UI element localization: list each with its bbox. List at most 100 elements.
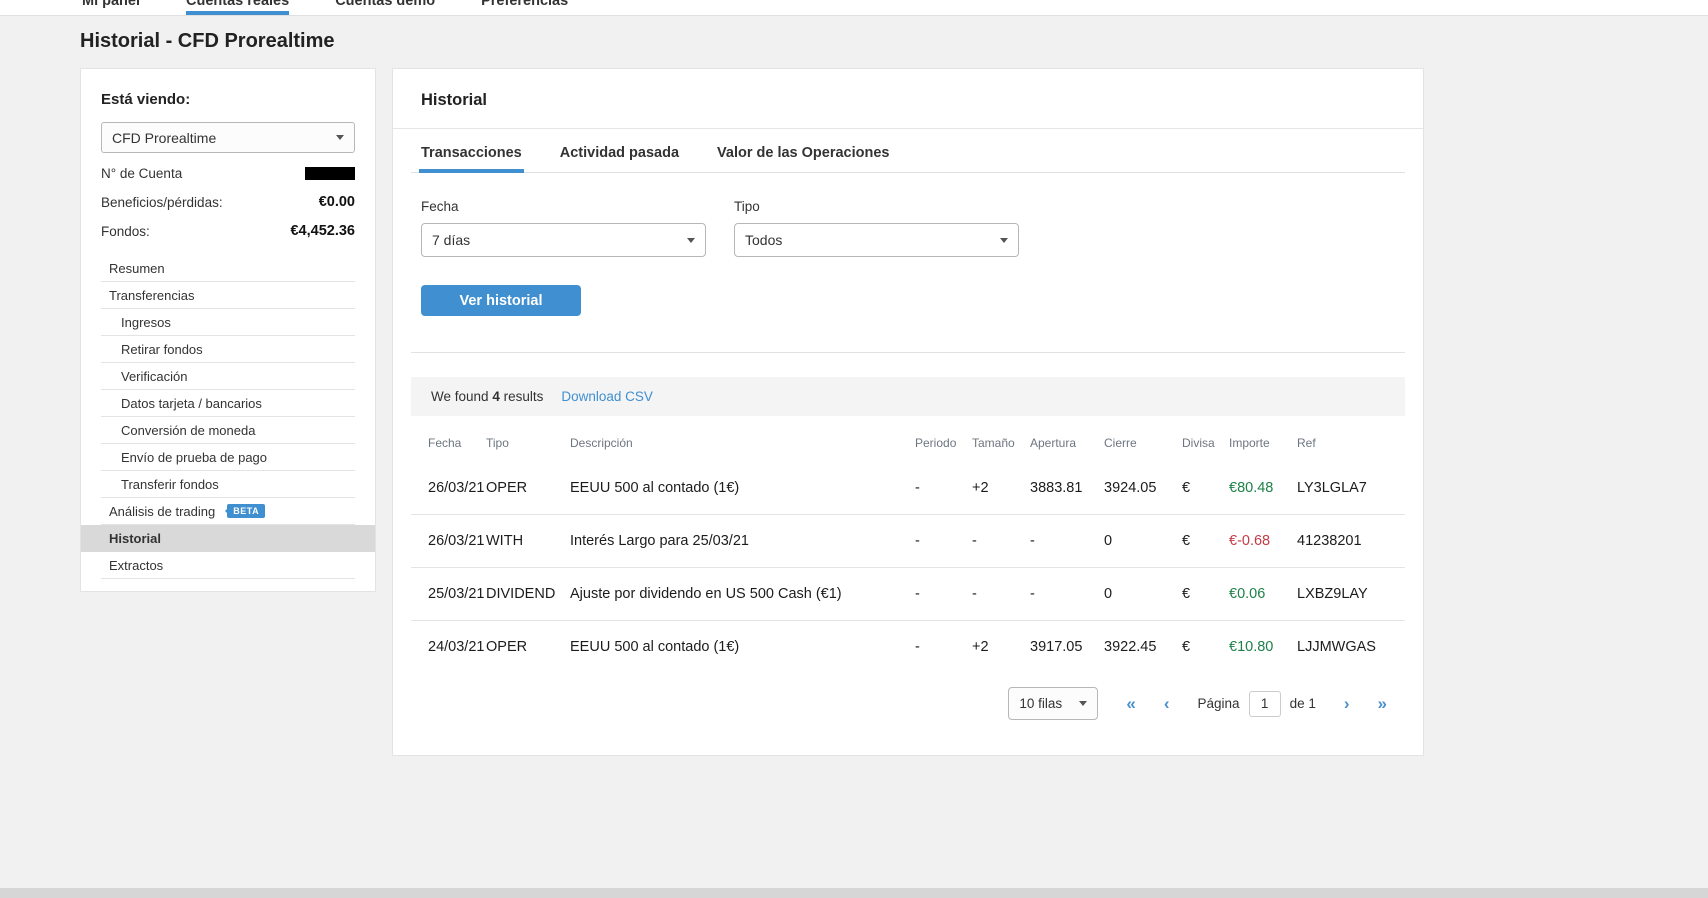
fecha-label: Fecha xyxy=(421,199,706,214)
cell-ref: 41238201 xyxy=(1297,533,1405,549)
results-prefix: We found xyxy=(431,389,489,404)
viewing-heading: Está viendo: xyxy=(101,91,355,108)
column-header-ref: Ref xyxy=(1297,436,1405,450)
page-number-input[interactable] xyxy=(1249,691,1281,717)
topnav-tab-label: Cuentas demo xyxy=(335,0,435,9)
bottom-strip xyxy=(0,888,1708,898)
column-header-importe: Importe xyxy=(1229,436,1297,450)
download-csv-link[interactable]: Download CSV xyxy=(561,389,653,404)
page-of-label: de 1 xyxy=(1290,696,1316,711)
cell-tipo: DIVIDEND xyxy=(486,586,570,602)
table-row: 24/03/21 OPER EEUU 500 al contado (1€) -… xyxy=(411,620,1405,673)
cell-periodo: - xyxy=(915,586,972,602)
tipo-label: Tipo xyxy=(734,199,1019,214)
history-panel: Historial Transacciones Actividad pasada… xyxy=(392,68,1424,756)
sidebar-item-label: Ingresos xyxy=(121,315,171,330)
fecha-select[interactable]: 7 días xyxy=(421,223,706,257)
sidebar-item-label: Conversión de moneda xyxy=(121,423,255,438)
ver-historial-button[interactable]: Ver historial xyxy=(421,285,581,316)
sidebar-menu: Resumen Transferencias Ingresos Retirar … xyxy=(101,255,355,579)
cell-ref: LY3LGLA7 xyxy=(1297,480,1405,496)
top-navigation: Mi panel Cuentas reales Cuentas demo Pre… xyxy=(0,0,1708,16)
first-page-button[interactable]: « xyxy=(1126,695,1135,712)
sidebar-item-label: Datos tarjeta / bancarios xyxy=(121,396,262,411)
last-page-button[interactable]: » xyxy=(1378,695,1387,712)
topnav-tab-preferencias[interactable]: Preferencias xyxy=(481,0,568,15)
tab-transacciones[interactable]: Transacciones xyxy=(421,145,522,172)
cell-fecha: 26/03/21 xyxy=(428,480,486,496)
sidebar-item-transferir-fondos[interactable]: Transferir fondos xyxy=(101,471,355,498)
table-row: 26/03/21 WITH Interés Largo para 25/03/2… xyxy=(411,514,1405,567)
chevron-down-icon xyxy=(1079,701,1087,706)
cell-importe: €80.48 xyxy=(1229,480,1297,496)
rows-per-page-value: 10 filas xyxy=(1019,696,1062,711)
cell-descripcion: Ajuste por dividendo en US 500 Cash (€1) xyxy=(570,586,915,602)
cell-divisa: € xyxy=(1182,639,1229,655)
sidebar-item-ingresos[interactable]: Ingresos xyxy=(101,309,355,336)
cell-tamano: - xyxy=(972,586,1030,602)
tipo-filter: Tipo Todos xyxy=(734,199,1019,257)
account-select[interactable]: CFD Prorealtime xyxy=(101,122,355,153)
sidebar-item-label: Resumen xyxy=(109,261,165,276)
next-page-button[interactable]: › xyxy=(1344,695,1350,712)
cell-fecha: 25/03/21 xyxy=(428,586,486,602)
sidebar-item-retirar-fondos[interactable]: Retirar fondos xyxy=(101,336,355,363)
sidebar-item-analisis-de-trading[interactable]: Análisis de trading BETA xyxy=(101,498,355,525)
cell-cierre: 0 xyxy=(1104,533,1182,549)
cell-divisa: € xyxy=(1182,586,1229,602)
cell-periodo: - xyxy=(915,533,972,549)
cell-tamano: +2 xyxy=(972,480,1030,496)
sidebar-item-label: Retirar fondos xyxy=(121,342,203,357)
funds-value: €4,452.36 xyxy=(290,223,355,239)
topnav-tab-cuentas-demo[interactable]: Cuentas demo xyxy=(335,0,435,15)
sidebar-item-resumen[interactable]: Resumen xyxy=(101,255,355,282)
tab-actividad-pasada[interactable]: Actividad pasada xyxy=(560,145,679,172)
sidebar-item-extractos[interactable]: Extractos xyxy=(101,552,355,579)
sidebar-item-label: Envío de prueba de pago xyxy=(121,450,267,465)
cell-apertura: - xyxy=(1030,586,1104,602)
column-header-fecha: Fecha xyxy=(428,436,486,450)
sidebar-item-datos-tarjeta-bancarios[interactable]: Datos tarjeta / bancarios xyxy=(101,390,355,417)
cell-importe: €-0.68 xyxy=(1229,533,1297,549)
table-row: 26/03/21 OPER EEUU 500 al contado (1€) -… xyxy=(411,462,1405,514)
table-row: 25/03/21 DIVIDEND Ajuste por dividendo e… xyxy=(411,567,1405,620)
tipo-select[interactable]: Todos xyxy=(734,223,1019,257)
results-bar: We found 4 results Download CSV xyxy=(411,377,1405,416)
pnl-row: Beneficios/pérdidas: €0.00 xyxy=(101,194,355,210)
sidebar-item-transferencias[interactable]: Transferencias xyxy=(101,282,355,309)
sidebar-item-label: Extractos xyxy=(109,558,163,573)
page-title: Historial - CFD Prorealtime xyxy=(80,30,335,53)
account-number-redacted xyxy=(305,167,355,180)
sidebar-item-label: Verificación xyxy=(121,369,187,384)
sidebar-item-envio-de-prueba-de-pago[interactable]: Envío de prueba de pago xyxy=(101,444,355,471)
cell-tipo: WITH xyxy=(486,533,570,549)
tab-label: Actividad pasada xyxy=(560,145,679,161)
cell-apertura: 3917.05 xyxy=(1030,639,1104,655)
section-divider xyxy=(411,352,1405,353)
account-sidebar: Está viendo: CFD Prorealtime N° de Cuent… xyxy=(80,68,376,592)
beta-badge: BETA xyxy=(227,504,265,518)
results-count: 4 xyxy=(492,389,500,404)
topnav-tab-mi-panel[interactable]: Mi panel xyxy=(82,0,140,15)
topnav-items: Mi panel Cuentas reales Cuentas demo Pre… xyxy=(82,0,1708,15)
page-label: Página xyxy=(1198,696,1240,711)
tab-valor-de-las-operaciones[interactable]: Valor de las Operaciones xyxy=(717,145,889,172)
cell-descripcion: EEUU 500 al contado (1€) xyxy=(570,480,915,496)
tab-label: Valor de las Operaciones xyxy=(717,145,889,161)
filters: Fecha 7 días Tipo Todos xyxy=(393,173,1423,257)
column-header-divisa: Divisa xyxy=(1182,436,1229,450)
cell-divisa: € xyxy=(1182,480,1229,496)
tab-label: Transacciones xyxy=(421,145,522,161)
pnl-value: €0.00 xyxy=(319,194,355,210)
active-tab-underline xyxy=(186,11,289,15)
pnl-label: Beneficios/pérdidas: xyxy=(101,195,223,210)
sidebar-item-verificacion[interactable]: Verificación xyxy=(101,363,355,390)
rows-per-page-select[interactable]: 10 filas xyxy=(1008,687,1098,720)
topnav-tab-cuentas-reales[interactable]: Cuentas reales xyxy=(186,0,289,15)
column-header-periodo: Periodo xyxy=(915,436,972,450)
column-header-apertura: Apertura xyxy=(1030,436,1104,450)
transactions-table: Fecha Tipo Descripción Periodo Tamaño Ap… xyxy=(411,416,1405,720)
previous-page-button[interactable]: ‹ xyxy=(1164,695,1170,712)
sidebar-item-conversion-de-moneda[interactable]: Conversión de moneda xyxy=(101,417,355,444)
sidebar-item-historial[interactable]: Historial xyxy=(81,525,375,552)
